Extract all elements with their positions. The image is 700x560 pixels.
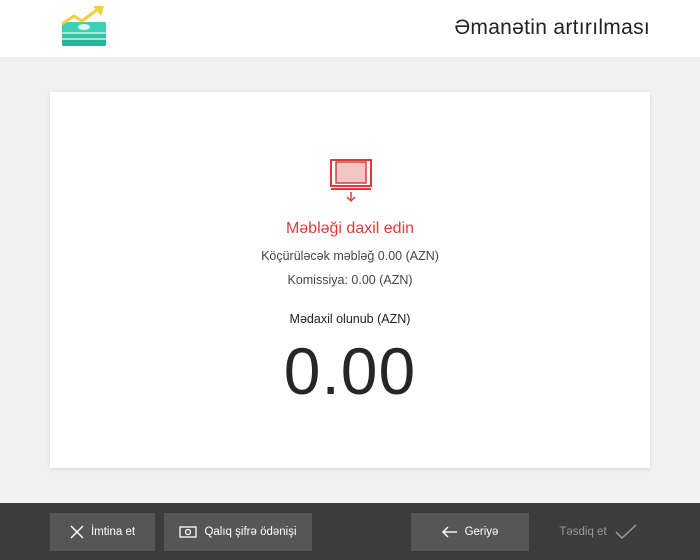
footer-bar: İmtina et Qalıq şifrə ödənişi Geriyə Təs…	[0, 503, 700, 560]
transfer-amount-text: Köçürüləcək məbləğ 0.00 (AZN)	[261, 249, 439, 263]
card-title: Məbləği daxil edin	[285, 220, 415, 237]
arrow-left-icon	[441, 526, 457, 538]
commission-text: Komissiya: 0.00 (AZN)	[287, 273, 413, 287]
insert-banknote-icon	[330, 159, 372, 203]
page-title: Əmanətin artırılması	[454, 16, 650, 39]
header: Əmanətin artırılması	[0, 0, 700, 57]
close-icon	[70, 525, 84, 539]
back-button[interactable]: Geriyə	[411, 513, 529, 551]
change-payment-label: Qalıq şifrə ödənişi	[204, 526, 297, 538]
checkmark-icon	[615, 524, 637, 540]
cancel-label: İmtina et	[90, 526, 136, 538]
money-growth-icon	[61, 6, 106, 46]
inserted-amount-label: Mədaxil olunub (AZN)	[289, 312, 411, 326]
confirm-button[interactable]: Təsdiq et	[548, 513, 648, 551]
inserted-amount-value: 0.00	[283, 334, 417, 408]
amount-card: Məbləği daxil edin Köçürüləcək məbləğ 0.…	[50, 92, 650, 468]
change-payment-button[interactable]: Qalıq şifrə ödənişi	[164, 513, 312, 551]
banknote-icon	[179, 526, 198, 538]
back-label: Geriyə	[464, 526, 499, 538]
confirm-label: Təsdiq et	[559, 526, 607, 538]
cancel-button[interactable]: İmtina et	[50, 513, 155, 551]
